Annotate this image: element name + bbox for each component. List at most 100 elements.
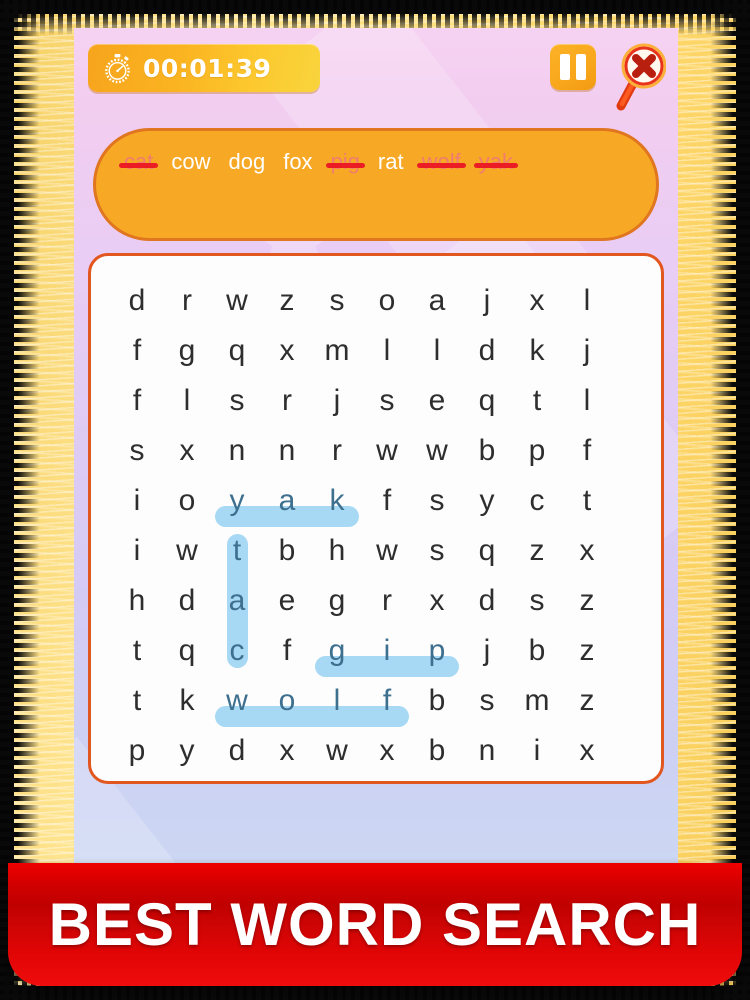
- grid-cell[interactable]: s: [112, 426, 162, 476]
- grid-cell[interactable]: d: [212, 726, 262, 776]
- letter-grid-panel[interactable]: drwzsoajxlfgqxmlldkjflsrjseqtlsxnnrwwbpf…: [88, 253, 664, 784]
- grid-cell[interactable]: q: [462, 376, 512, 426]
- grid-cell[interactable]: q: [462, 526, 512, 576]
- grid-cell[interactable]: n: [262, 426, 312, 476]
- grid-cell[interactable]: f: [362, 476, 412, 526]
- grid-cell[interactable]: l: [362, 326, 412, 376]
- grid-cell[interactable]: x: [562, 726, 612, 776]
- grid-cell[interactable]: t: [112, 676, 162, 726]
- grid-cell[interactable]: m: [312, 326, 362, 376]
- grid-cell[interactable]: r: [312, 426, 362, 476]
- grid-cell[interactable]: d: [112, 276, 162, 326]
- grid-cell[interactable]: g: [312, 576, 362, 626]
- grid-cell[interactable]: w: [412, 426, 462, 476]
- grid-cell[interactable]: s: [212, 376, 262, 426]
- grid-cell[interactable]: w: [362, 526, 412, 576]
- grid-cell[interactable]: b: [412, 676, 462, 726]
- grid-cell[interactable]: y: [162, 726, 212, 776]
- grid-cell[interactable]: o: [362, 276, 412, 326]
- grid-cell[interactable]: q: [162, 626, 212, 676]
- grid-cell[interactable]: a: [212, 576, 262, 626]
- pause-button[interactable]: [550, 44, 596, 90]
- grid-cell[interactable]: x: [412, 576, 462, 626]
- grid-cell[interactable]: s: [412, 526, 462, 576]
- grid-cell[interactable]: f: [262, 626, 312, 676]
- grid-cell[interactable]: x: [162, 426, 212, 476]
- grid-cell[interactable]: d: [162, 576, 212, 626]
- grid-cell[interactable]: w: [162, 526, 212, 576]
- grid-cell[interactable]: z: [562, 576, 612, 626]
- grid-cell[interactable]: j: [462, 276, 512, 326]
- grid-cell[interactable]: o: [162, 476, 212, 526]
- grid-cell[interactable]: i: [112, 526, 162, 576]
- grid-cell[interactable]: h: [312, 526, 362, 576]
- grid-cell[interactable]: b: [462, 426, 512, 476]
- grid-cell[interactable]: s: [512, 576, 562, 626]
- grid-cell[interactable]: r: [262, 376, 312, 426]
- grid-cell[interactable]: g: [162, 326, 212, 376]
- grid-cell[interactable]: t: [562, 476, 612, 526]
- grid-cell[interactable]: e: [262, 576, 312, 626]
- grid-cell[interactable]: x: [262, 726, 312, 776]
- grid-cell[interactable]: f: [562, 426, 612, 476]
- grid-cell[interactable]: f: [112, 376, 162, 426]
- grid-cell[interactable]: d: [462, 326, 512, 376]
- grid-cell[interactable]: j: [462, 626, 512, 676]
- grid-cell[interactable]: z: [262, 276, 312, 326]
- grid-cell[interactable]: n: [462, 726, 512, 776]
- grid-cell[interactable]: c: [212, 626, 262, 676]
- grid-cell[interactable]: l: [312, 676, 362, 726]
- grid-cell[interactable]: x: [362, 726, 412, 776]
- letter-grid[interactable]: drwzsoajxlfgqxmlldkjflsrjseqtlsxnnrwwbpf…: [91, 256, 661, 781]
- grid-cell[interactable]: i: [112, 476, 162, 526]
- grid-cell[interactable]: b: [262, 526, 312, 576]
- grid-cell[interactable]: l: [412, 326, 462, 376]
- grid-cell[interactable]: l: [162, 376, 212, 426]
- grid-cell[interactable]: p: [412, 626, 462, 676]
- grid-cell[interactable]: c: [512, 476, 562, 526]
- grid-cell[interactable]: g: [312, 626, 362, 676]
- grid-cell[interactable]: x: [262, 326, 312, 376]
- grid-cell[interactable]: b: [512, 626, 562, 676]
- grid-cell[interactable]: s: [462, 676, 512, 726]
- grid-cell[interactable]: w: [312, 726, 362, 776]
- grid-cell[interactable]: w: [362, 426, 412, 476]
- grid-cell[interactable]: z: [512, 526, 562, 576]
- grid-cell[interactable]: i: [512, 726, 562, 776]
- grid-cell[interactable]: d: [462, 576, 512, 626]
- grid-cell[interactable]: x: [512, 276, 562, 326]
- grid-cell[interactable]: t: [212, 526, 262, 576]
- grid-cell[interactable]: n: [212, 426, 262, 476]
- grid-cell[interactable]: j: [312, 376, 362, 426]
- grid-cell[interactable]: i: [362, 626, 412, 676]
- grid-cell[interactable]: s: [412, 476, 462, 526]
- grid-cell[interactable]: w: [212, 676, 262, 726]
- grid-cell[interactable]: p: [112, 726, 162, 776]
- grid-cell[interactable]: e: [412, 376, 462, 426]
- grid-cell[interactable]: a: [412, 276, 462, 326]
- grid-cell[interactable]: k: [162, 676, 212, 726]
- grid-cell[interactable]: t: [112, 626, 162, 676]
- grid-cell[interactable]: t: [512, 376, 562, 426]
- grid-cell[interactable]: f: [112, 326, 162, 376]
- grid-cell[interactable]: s: [362, 376, 412, 426]
- grid-cell[interactable]: j: [562, 326, 612, 376]
- grid-cell[interactable]: a: [262, 476, 312, 526]
- grid-cell[interactable]: m: [512, 676, 562, 726]
- grid-cell[interactable]: s: [312, 276, 362, 326]
- grid-cell[interactable]: k: [312, 476, 362, 526]
- close-button[interactable]: [610, 42, 667, 116]
- grid-cell[interactable]: o: [262, 676, 312, 726]
- grid-cell[interactable]: q: [212, 326, 262, 376]
- grid-cell[interactable]: r: [362, 576, 412, 626]
- grid-cell[interactable]: y: [212, 476, 262, 526]
- grid-cell[interactable]: b: [412, 726, 462, 776]
- grid-cell[interactable]: l: [562, 276, 612, 326]
- grid-cell[interactable]: h: [112, 576, 162, 626]
- grid-cell[interactable]: x: [562, 526, 612, 576]
- grid-cell[interactable]: r: [162, 276, 212, 326]
- grid-cell[interactable]: l: [562, 376, 612, 426]
- grid-cell[interactable]: p: [512, 426, 562, 476]
- grid-cell[interactable]: f: [362, 676, 412, 726]
- grid-cell[interactable]: y: [462, 476, 512, 526]
